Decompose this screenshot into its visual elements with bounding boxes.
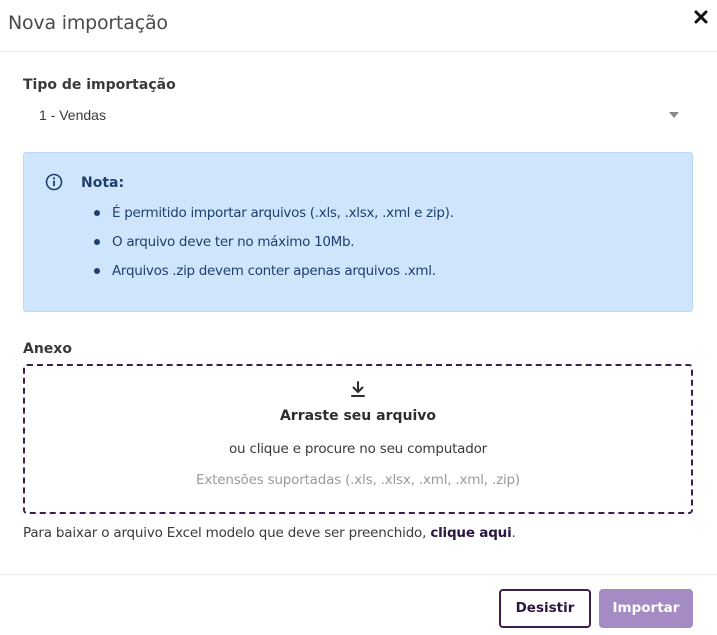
dropzone-subtitle: ou clique e procure no seu computador [228, 441, 488, 457]
info-icon [45, 173, 63, 191]
import-type-select[interactable]: 1 - Vendas [23, 102, 693, 128]
note-item: É permitido importar arquivos (.xls, .xl… [94, 203, 454, 232]
dropzone-title: Arraste seu arquivo [279, 408, 437, 424]
template-download-prefix: Para baixar o arquivo Excel modelo que d… [23, 525, 427, 541]
cancel-button[interactable]: Desistir [499, 589, 591, 628]
close-icon[interactable] [690, 6, 712, 28]
template-download-text: Para baixar o arquivo Excel modelo que d… [23, 525, 516, 541]
template-download-suffix: . [511, 525, 516, 541]
import-type-value: 1 - Vendas [39, 107, 106, 123]
note-item: O arquivo deve ter no máximo 10Mb. [94, 232, 454, 261]
template-download-link[interactable]: clique aqui [430, 525, 511, 541]
file-dropzone[interactable]: Arraste seu arquivo ou clique e procure … [23, 364, 693, 514]
dialog-header: Nova importação [0, 0, 717, 52]
note-title: Nota: [81, 175, 125, 191]
attachment-label: Anexo [23, 341, 72, 357]
dialog-title: Nova importação [8, 12, 168, 34]
import-type-label: Tipo de importação [23, 77, 176, 93]
note-list: É permitido importar arquivos (.xls, .xl… [94, 203, 454, 290]
dropzone-extensions: Extensões suportadas (.xls, .xlsx, .xml,… [196, 472, 520, 488]
note-item: Arquivos .zip devem conter apenas arquiv… [94, 261, 454, 290]
footer-divider [0, 574, 717, 575]
download-arrow-icon [351, 381, 365, 397]
import-button[interactable]: Importar [599, 589, 693, 628]
caret-down-icon [669, 112, 679, 118]
note-box: Nota: É permitido importar arquivos (.xl… [23, 152, 693, 312]
